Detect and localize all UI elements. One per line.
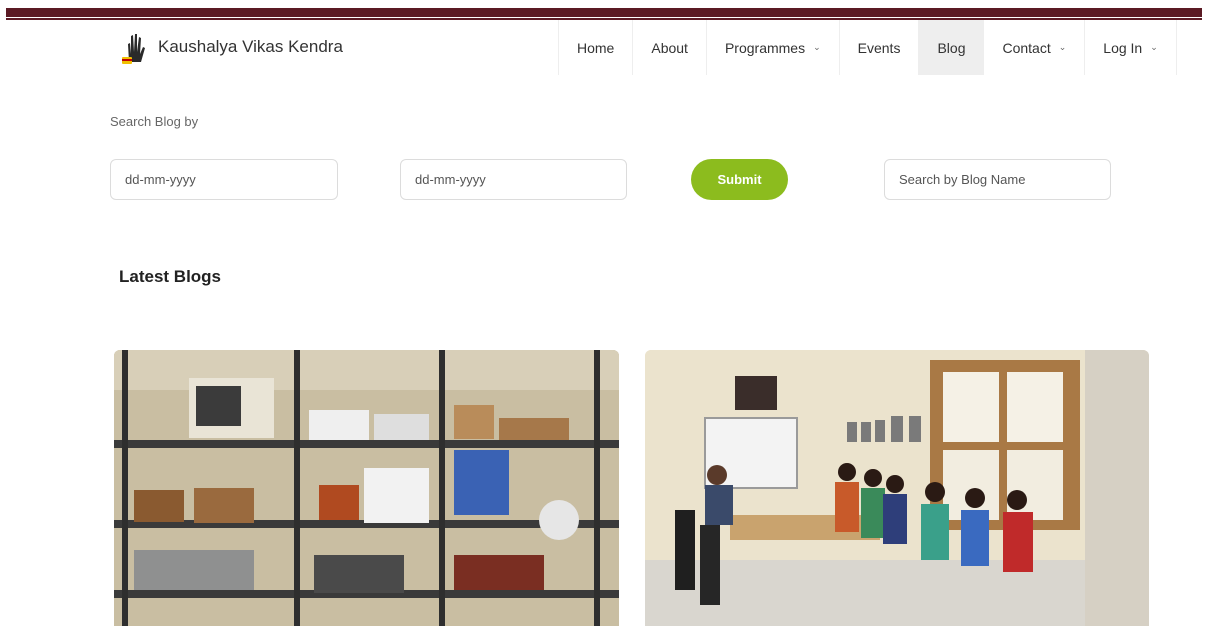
nav-login[interactable]: Log In ⌄ <box>1084 20 1177 75</box>
nav-home[interactable]: Home <box>558 20 632 75</box>
nav-about-label: About <box>651 39 688 56</box>
hand-logo-icon <box>122 34 145 64</box>
top-bar-band <box>6 8 1202 17</box>
nav-events[interactable]: Events <box>838 20 919 75</box>
nav-contact-label: Contact <box>1002 39 1051 56</box>
nav-events-label: Events <box>857 39 901 56</box>
latest-blogs-heading: Latest Blogs <box>119 267 222 286</box>
workshop-shelves-photo <box>114 350 619 626</box>
nav-programmes[interactable]: Programmes ⌄ <box>705 20 839 75</box>
nav-blog-label: Blog <box>937 39 966 56</box>
main-nav: Home About Programmes ⌄ Events Blog Conta… <box>558 20 1177 75</box>
brand-name: Kaushalya Vikas Kendra <box>158 37 343 56</box>
from-date-field[interactable]: dd-mm-yyyy <box>110 159 338 200</box>
top-bar <box>6 8 1202 20</box>
to-date-field[interactable]: dd-mm-yyyy <box>400 159 627 200</box>
nav-blog[interactable]: Blog <box>918 20 984 75</box>
blog-name-search-input[interactable]: Search by Blog Name <box>884 159 1111 200</box>
submit-button[interactable]: Submit <box>691 159 788 200</box>
search-title: Search Blog by <box>110 114 199 129</box>
nav-about[interactable]: About <box>632 20 706 75</box>
chevron-down-icon: ⌄ <box>813 42 821 52</box>
nav-login-label: Log In <box>1103 39 1143 56</box>
to-date-placeholder: dd-mm-yyyy <box>415 172 486 187</box>
nav-contact[interactable]: Contact ⌄ <box>983 20 1084 75</box>
brand-logo[interactable]: Kaushalya Vikas Kendra <box>118 30 343 68</box>
blog-card-image-classroom[interactable] <box>645 350 1149 626</box>
chevron-down-icon: ⌄ <box>1058 42 1067 52</box>
chevron-down-icon: ⌄ <box>1150 42 1158 52</box>
classroom-photo <box>645 350 1149 626</box>
blog-card-image-workshop-shelves[interactable] <box>114 350 619 626</box>
nav-home-label: Home <box>577 39 615 56</box>
nav-programmes-label: Programmes <box>724 39 806 56</box>
blog-name-placeholder: Search by Blog Name <box>899 172 1026 187</box>
from-date-placeholder: dd-mm-yyyy <box>125 172 196 187</box>
